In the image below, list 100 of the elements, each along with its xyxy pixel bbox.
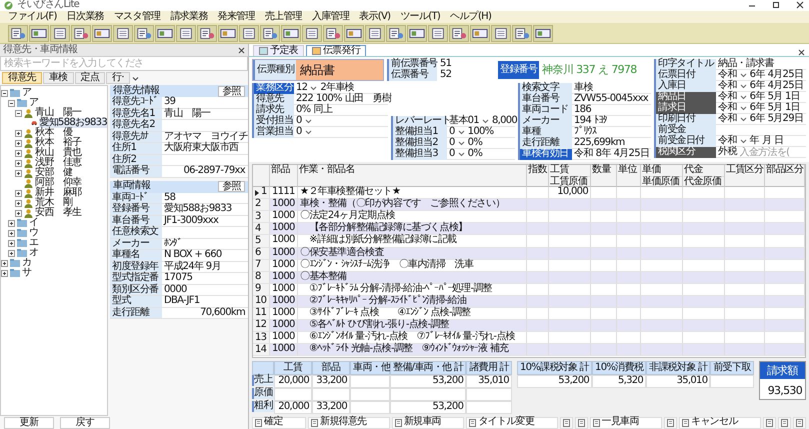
tree-item[interactable]: 安西 孝生 — [35, 208, 82, 218]
caret-icon[interactable] — [458, 140, 465, 146]
minus-icon[interactable] — [8, 100, 15, 106]
field-value[interactable]: 令和 — [718, 136, 737, 146]
field-value[interactable]: ZVW55-0045xxx — [574, 94, 648, 104]
toolbar-button[interactable] — [50, 24, 70, 42]
row-header[interactable]: 2 — [253, 199, 270, 212]
row-header[interactable]: 1 — [253, 187, 270, 200]
row-header[interactable]: 12 — [253, 320, 270, 332]
toolbar-button[interactable] — [239, 24, 259, 42]
plus-icon[interactable] — [15, 140, 22, 146]
field-value[interactable]: 日 — [774, 136, 784, 146]
field-value[interactable]: 186 — [574, 104, 591, 116]
field-value[interactable]: 51 — [437, 59, 495, 70]
function-key-button[interactable]: 新規車両 — [392, 416, 464, 428]
field-value[interactable]: 0 — [449, 138, 455, 148]
menu-item[interactable]: ヘルプ(H) — [450, 12, 492, 22]
function-key-button[interactable]: 確定 — [252, 416, 306, 428]
field-value[interactable]: 年 — [750, 136, 759, 146]
field-value[interactable]: 100% — [468, 126, 494, 138]
function-key-button[interactable]: 一見車両 — [590, 416, 662, 428]
field-value[interactable]: 令和 — [718, 92, 737, 102]
plus-icon[interactable] — [8, 250, 15, 256]
caret-icon[interactable] — [458, 151, 465, 157]
field-value[interactable]: 6年 — [750, 92, 765, 102]
caret-icon[interactable] — [310, 85, 318, 91]
toolbar-button[interactable] — [8, 24, 28, 42]
toolbar-button[interactable] — [533, 24, 553, 42]
tree-item[interactable]: イ — [29, 218, 38, 228]
field-value[interactable]: 6年 — [750, 114, 765, 124]
caret-icon[interactable] — [740, 94, 747, 100]
field-value[interactable]: 100% — [316, 94, 342, 104]
field-value[interactable]: 194 — [574, 116, 591, 126]
toolbar-button[interactable] — [113, 24, 133, 42]
toolbar-button[interactable] — [218, 24, 238, 42]
field-value[interactable]: 4月25日 — [768, 70, 804, 80]
function-key-button[interactable] — [763, 416, 776, 428]
row-header[interactable]: 9 — [253, 284, 270, 296]
toolbar-button[interactable] — [365, 24, 385, 42]
menu-item[interactable]: 売上管理 — [264, 12, 302, 22]
toolbar-button[interactable] — [29, 24, 49, 42]
field-value[interactable]: 8年 — [596, 148, 611, 160]
tree-item[interactable]: ア — [29, 98, 38, 108]
reference-button[interactable]: 参照 — [218, 181, 245, 192]
toolbar-button[interactable] — [260, 24, 280, 42]
field-value[interactable]: 6年 — [750, 70, 765, 80]
toolbar-button[interactable] — [407, 24, 427, 42]
search-field[interactable]: 検索キーワードを入力してくださ — [0, 56, 248, 71]
field-value[interactable]: 車検 — [574, 82, 593, 94]
plus-icon[interactable] — [15, 210, 22, 216]
menu-item[interactable]: 日次業務 — [66, 12, 104, 22]
menu-item[interactable]: 入庫管理 — [312, 12, 350, 22]
caret-icon[interactable] — [482, 118, 489, 124]
tab[interactable]: 行· — [106, 72, 130, 84]
reference-button[interactable]: 参照 — [218, 86, 245, 96]
field-value[interactable]: 5月29日 — [768, 114, 804, 124]
field-value[interactable]: 0% — [296, 104, 310, 116]
field-value[interactable]: 0% — [468, 138, 482, 148]
field-value[interactable]: 令和 — [718, 70, 737, 80]
function-key-button[interactable] — [560, 416, 573, 428]
field-value[interactable]: 4月25日 — [614, 148, 650, 160]
function-key-button[interactable] — [574, 416, 588, 428]
field-value[interactable]: 外税 — [718, 146, 737, 158]
field-value[interactable]: 基本01 — [449, 116, 479, 126]
caret-icon[interactable] — [740, 72, 747, 78]
row-header[interactable]: 13 — [253, 332, 270, 344]
plus-icon[interactable] — [8, 220, 15, 226]
panel-button[interactable]: 更新 — [4, 416, 54, 428]
field-value[interactable]: 4月25日 — [768, 80, 804, 92]
field-value[interactable]: 2年車検 — [320, 82, 354, 94]
field-value[interactable]: 0 — [449, 126, 455, 138]
menu-item[interactable]: 発来管理 — [218, 12, 255, 22]
toolbar-button[interactable] — [449, 24, 469, 42]
tree-item[interactable]: エ — [29, 238, 38, 248]
tab[interactable]: 伝票発行 — [306, 45, 366, 56]
plus-icon[interactable] — [15, 130, 22, 136]
tree-item[interactable]: オ — [29, 248, 38, 258]
function-key-button[interactable] — [778, 416, 792, 428]
tab[interactable]: 予定表 — [253, 45, 304, 56]
field-value[interactable]: ﾄﾖﾀ — [594, 116, 607, 126]
toolbar-button[interactable] — [428, 24, 448, 42]
toolbar-button[interactable] — [491, 24, 511, 42]
toolbar-button[interactable] — [386, 24, 406, 42]
caret-icon[interactable] — [740, 105, 747, 111]
toolbar-button[interactable] — [302, 24, 322, 42]
plus-icon[interactable] — [15, 170, 22, 176]
tree-item[interactable]: サ — [22, 268, 32, 278]
field-value[interactable]: 月 — [762, 136, 772, 146]
toolbar-button[interactable] — [176, 24, 196, 42]
tab[interactable]: 車検 — [42, 72, 74, 84]
tree-item[interactable]: ウ — [29, 228, 38, 238]
field-value[interactable]: 8,000 — [492, 116, 518, 126]
toolbar-button[interactable] — [344, 24, 364, 42]
toolbar-button[interactable] — [155, 24, 175, 42]
row-header[interactable]: 3 — [253, 211, 270, 224]
close-icon[interactable] — [238, 46, 245, 54]
toolbar-button[interactable] — [92, 24, 112, 42]
field-value[interactable]: 0 — [296, 126, 302, 138]
field-value[interactable]: 12 — [296, 82, 308, 94]
field-value[interactable]: 0% — [468, 148, 482, 160]
